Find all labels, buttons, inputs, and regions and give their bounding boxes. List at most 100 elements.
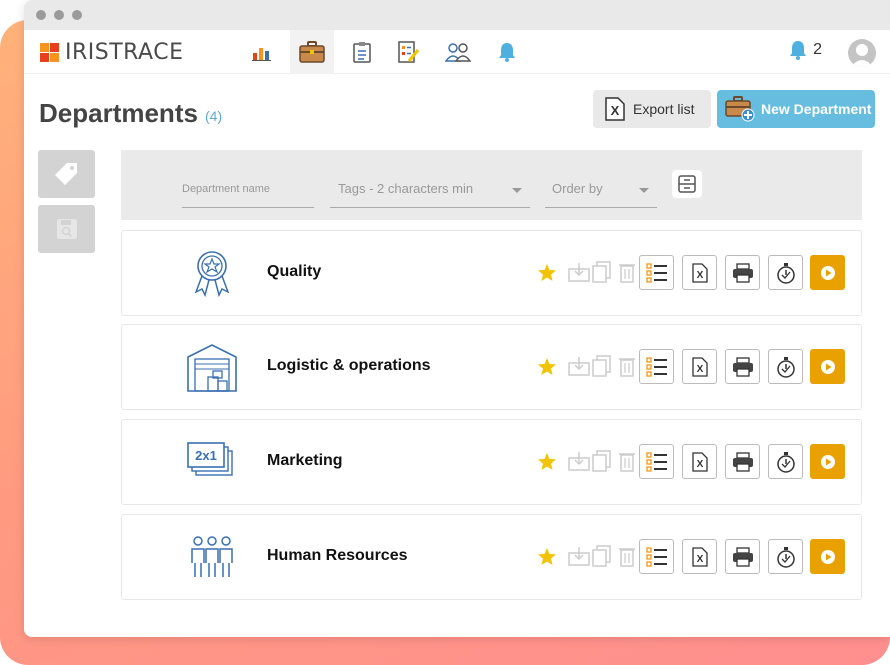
top-navigation: IRISTRACE 2 [24,30,890,74]
users-icon [445,43,471,62]
notification-counter[interactable]: 2 [789,40,822,60]
checklist-icon [645,451,667,472]
duplicate-icon[interactable] [592,450,612,472]
nav-users[interactable] [436,30,480,74]
tags-filter-button[interactable] [38,150,95,198]
excel-icon: X [691,451,708,472]
favorite-star-icon[interactable] [537,547,557,567]
logo-text: IRISTRACE [65,40,184,65]
people-group-icon [191,536,233,577]
export-list-button[interactable]: X Export list [593,90,711,128]
trash-icon[interactable] [618,261,636,283]
department-row[interactable]: 2x1 Marketing X [121,419,862,505]
archive-download-icon[interactable] [568,261,590,283]
department-name[interactable]: Human Resources [267,547,408,565]
checklist-icon [645,546,667,567]
logo[interactable]: IRISTRACE [40,40,184,65]
checklist-button[interactable] [639,349,674,384]
play-icon [820,549,835,564]
timer-button[interactable] [768,539,803,574]
checklist-icon [645,262,667,283]
play-button[interactable] [810,255,845,290]
excel-icon: X [691,546,708,567]
trash-icon[interactable] [618,450,636,472]
checklist-button[interactable] [639,255,674,290]
favorite-star-icon[interactable] [537,263,557,283]
checklist-button[interactable] [639,444,674,479]
play-button[interactable] [810,349,845,384]
trash-icon[interactable] [618,545,636,567]
export-list-label: Export list [633,101,695,117]
notification-count: 2 [813,41,822,58]
stopwatch-icon [776,451,795,473]
favorite-star-icon[interactable] [537,357,557,377]
excel-icon: X [691,262,708,283]
page-count: (4) [205,108,223,124]
tag-icon [54,163,77,185]
add-briefcase-icon [725,96,755,122]
archive-box-icon [678,175,696,193]
play-icon [820,265,835,280]
export-excel-button[interactable]: X [682,444,717,479]
print-button[interactable] [725,539,760,574]
nav-forms[interactable] [387,30,431,74]
department-row[interactable]: Quality X [121,230,862,316]
2x1-promo-icon: 2x1 [187,442,233,476]
print-button[interactable] [725,255,760,290]
nav-departments[interactable] [290,30,334,74]
archive-download-icon[interactable] [568,545,590,567]
department-name[interactable]: Logistic & operations [267,357,431,375]
archive-download-icon[interactable] [568,450,590,472]
checklist-icon [645,356,667,377]
export-excel-button[interactable]: X [682,349,717,384]
new-department-label: New Department [761,101,872,117]
department-name-input[interactable]: Department name [182,174,314,208]
logo-mark-icon [40,42,60,63]
chevron-down-icon [639,188,649,193]
duplicate-icon[interactable] [592,355,612,377]
briefcase-icon [299,41,325,63]
tags-select[interactable]: Tags - 2 characters min [330,174,530,208]
nav-dashboard[interactable] [240,30,284,74]
export-excel-button[interactable]: X [682,255,717,290]
play-button[interactable] [810,539,845,574]
stopwatch-icon [776,262,795,284]
user-avatar[interactable] [848,39,876,67]
nav-checklists[interactable] [340,30,384,74]
department-name[interactable]: Quality [267,263,321,281]
checklist-button[interactable] [639,539,674,574]
timer-button[interactable] [768,444,803,479]
timer-button[interactable] [768,255,803,290]
department-name[interactable]: Marketing [267,452,343,470]
export-excel-button[interactable]: X [682,539,717,574]
svg-text:X: X [696,459,703,470]
archive-filter-button[interactable] [672,170,702,198]
department-row[interactable]: Logistic & operations X [121,324,862,410]
stopwatch-icon [776,356,795,378]
clipboard-icon [353,42,371,63]
archive-download-icon[interactable] [568,355,590,377]
svg-text:X: X [696,364,703,375]
svg-text:X: X [696,270,703,281]
edit-form-icon [398,41,420,63]
saved-search-button[interactable] [38,205,95,253]
department-row[interactable]: Human Resources X [121,514,862,600]
print-button[interactable] [725,444,760,479]
app-window: IRISTRACE 2 Departments (4) X Export lis… [24,0,890,637]
window-dot [72,10,82,20]
duplicate-icon[interactable] [592,545,612,567]
tags-placeholder: Tags - 2 characters min [338,181,474,196]
svg-text:X: X [696,554,703,565]
favorite-star-icon[interactable] [537,452,557,472]
window-dot [54,10,64,20]
duplicate-icon[interactable] [592,261,612,283]
chevron-down-icon [512,188,522,193]
print-button[interactable] [725,349,760,384]
trash-icon[interactable] [618,355,636,377]
page-title: Departments [39,98,198,128]
order-by-select[interactable]: Order by [545,174,657,208]
play-button[interactable] [810,444,845,479]
timer-button[interactable] [768,349,803,384]
nav-notifications[interactable] [485,30,529,74]
new-department-button[interactable]: New Department [717,90,875,128]
